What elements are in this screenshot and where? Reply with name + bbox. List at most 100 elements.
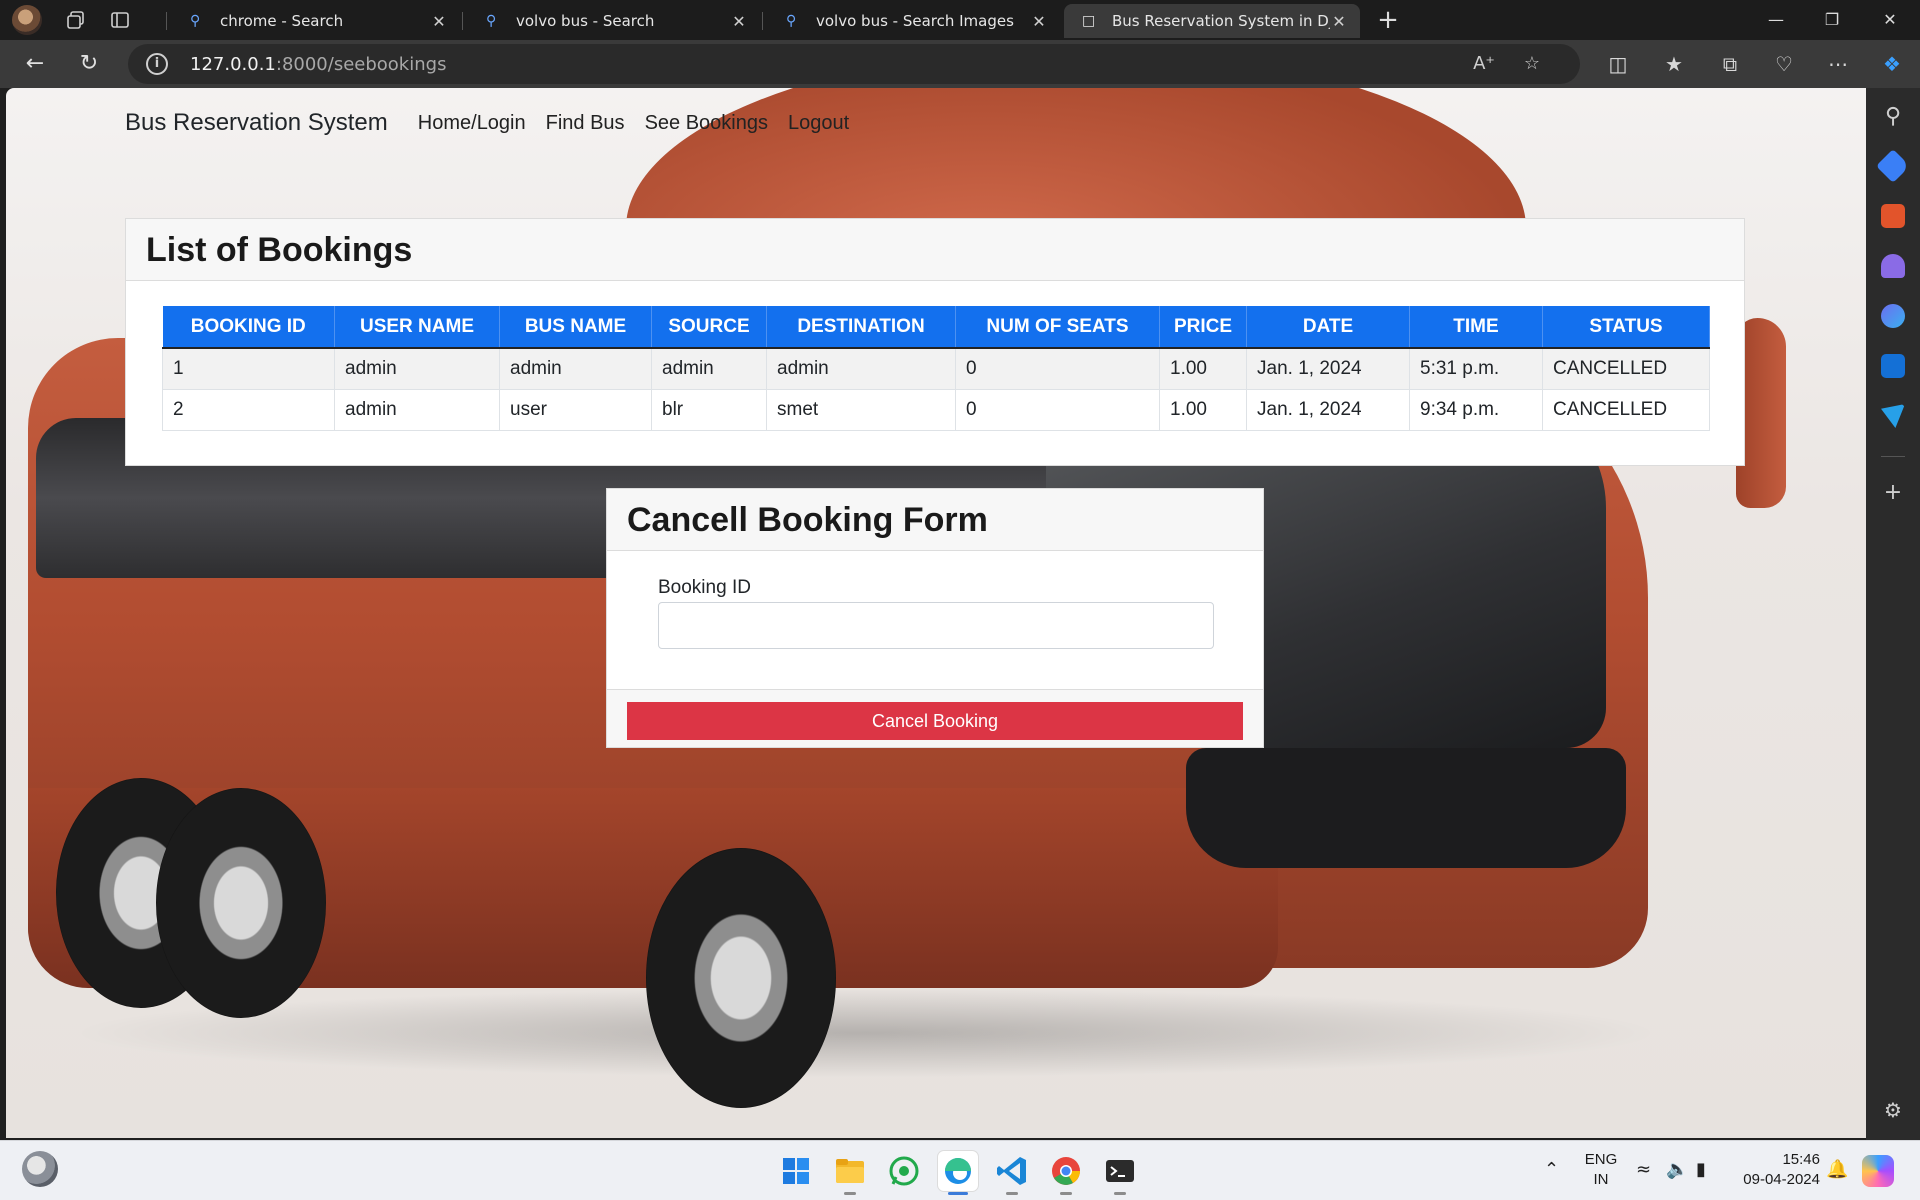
nav-find-bus[interactable]: Find Bus: [546, 112, 625, 135]
chrome-icon[interactable]: [1046, 1151, 1086, 1191]
bus-shadow: [66, 988, 1666, 1078]
new-tab-button[interactable]: +: [1372, 5, 1404, 37]
column-header: BOOKING ID: [162, 306, 335, 349]
address-bar[interactable]: i 127.0.0.1:8000/seebookings A⁺ ☆: [128, 44, 1580, 84]
site-info-icon[interactable]: i: [146, 53, 168, 75]
close-tab-icon[interactable]: ✕: [730, 12, 748, 31]
search-icon[interactable]: ⚲: [1866, 104, 1920, 129]
edge-browser-icon[interactable]: [938, 1151, 978, 1191]
nav-see-bookings[interactable]: See Bookings: [645, 112, 768, 135]
copilot-taskbar-icon[interactable]: [1862, 1155, 1894, 1187]
restore-button[interactable]: ❐: [1804, 0, 1860, 40]
language-indicator-top[interactable]: ENG: [1580, 1151, 1622, 1168]
vertical-tabs-icon[interactable]: [100, 0, 140, 40]
file-explorer-icon[interactable]: [830, 1151, 870, 1191]
tools-icon[interactable]: [1881, 204, 1905, 228]
tab-bus-reservation[interactable]: □ Bus Reservation System in Djang ✕: [1064, 4, 1360, 38]
column-header: DESTINATION: [766, 306, 956, 349]
tab-volvo-bus-images[interactable]: ⚲ volvo bus - Search Images ✕: [768, 4, 1060, 38]
nav-logout[interactable]: Logout: [788, 112, 849, 135]
bookings-title: List of Bookings: [126, 219, 1744, 281]
table-cell: CANCELLED: [1542, 347, 1710, 390]
close-tab-icon[interactable]: ✕: [1030, 12, 1048, 31]
table-cell: admin: [334, 388, 500, 431]
copilot-icon[interactable]: ❖: [1874, 46, 1910, 82]
vscode-icon[interactable]: [992, 1151, 1032, 1191]
web-page: Bus Reservation System Home/Login Find B…: [6, 88, 1866, 1138]
tab-chrome-search[interactable]: ⚲ chrome - Search ✕: [172, 4, 460, 38]
table-header-row: BOOKING ID USER NAME BUS NAME SOURCE DES…: [162, 306, 1710, 349]
column-header: PRICE: [1159, 306, 1247, 349]
workspaces-icon[interactable]: [56, 0, 96, 40]
table-cell: Jan. 1, 2024: [1246, 347, 1410, 390]
bus-grille-image: [1186, 748, 1626, 868]
favorites-icon[interactable]: ★: [1656, 46, 1692, 82]
add-icon[interactable]: +: [1866, 480, 1920, 505]
cancel-booking-card: Cancell Booking Form Booking ID Cancel B…: [606, 488, 1264, 748]
column-header: BUS NAME: [499, 306, 652, 349]
clock-time[interactable]: 15:46: [1730, 1151, 1820, 1168]
refresh-button[interactable]: ↻: [72, 48, 106, 82]
table-cell: admin: [766, 347, 956, 390]
table-cell: CANCELLED: [1542, 388, 1710, 431]
more-options-icon[interactable]: ⋯: [1820, 46, 1856, 82]
show-hidden-icons-chevron-icon[interactable]: ⌃: [1544, 1159, 1559, 1180]
bookings-table: BOOKING ID USER NAME BUS NAME SOURCE DES…: [162, 306, 1710, 431]
search-icon: ⚲: [786, 13, 797, 29]
close-tab-icon[interactable]: ✕: [1330, 12, 1348, 31]
widgets-icon[interactable]: [22, 1151, 58, 1187]
search-icon: ⚲: [190, 13, 201, 29]
close-window-button[interactable]: ✕: [1862, 0, 1918, 40]
table-cell: admin: [334, 347, 500, 390]
profile-avatar[interactable]: [12, 5, 42, 35]
bus-wheel-front: [646, 848, 836, 1108]
split-screen-icon[interactable]: ◫: [1600, 46, 1636, 82]
url-text[interactable]: 127.0.0.1:8000/seebookings: [190, 54, 446, 75]
cancel-booking-button[interactable]: Cancel Booking: [627, 702, 1243, 740]
column-header: NUM OF SEATS: [955, 306, 1160, 349]
table-cell: Jan. 1, 2024: [1246, 388, 1410, 431]
volume-icon[interactable]: 🔈: [1666, 1159, 1688, 1180]
column-header: TIME: [1409, 306, 1543, 349]
site-brand[interactable]: Bus Reservation System: [125, 109, 388, 137]
close-tab-icon[interactable]: ✕: [430, 12, 448, 31]
terminal-icon[interactable]: [1100, 1151, 1140, 1191]
whatsapp-icon[interactable]: [884, 1151, 924, 1191]
favorite-star-icon[interactable]: ☆: [1512, 44, 1552, 84]
minimize-button[interactable]: —: [1748, 0, 1804, 40]
battery-icon[interactable]: ▮: [1696, 1159, 1706, 1180]
tab-volvo-bus-search[interactable]: ⚲ volvo bus - Search ✕: [468, 4, 760, 38]
clock-date[interactable]: 09-04-2024: [1730, 1171, 1820, 1188]
search-icon: ⚲: [486, 13, 497, 29]
table-row: 1 admin admin admin admin 0 1.00 Jan. 1,…: [162, 347, 1710, 390]
nav-home-login[interactable]: Home/Login: [418, 112, 526, 135]
table-cell: 1: [162, 347, 335, 390]
wifi-icon[interactable]: ≈: [1636, 1159, 1651, 1180]
column-header: USER NAME: [334, 306, 500, 349]
booking-id-label: Booking ID: [658, 577, 751, 598]
column-header: DATE: [1246, 306, 1410, 349]
microsoft-365-icon[interactable]: [1881, 304, 1905, 328]
collections-icon[interactable]: ⧉: [1712, 46, 1748, 82]
language-indicator-bottom[interactable]: IN: [1580, 1171, 1622, 1188]
read-aloud-icon[interactable]: A⁺: [1464, 44, 1504, 84]
drop-icon[interactable]: [1881, 404, 1905, 428]
table-cell: 9:34 p.m.: [1409, 388, 1543, 431]
shopping-icon[interactable]: [1876, 149, 1910, 183]
bus-wheel-rear-2: [156, 788, 326, 1018]
booking-id-input[interactable]: [658, 602, 1214, 649]
games-icon[interactable]: [1881, 254, 1905, 278]
back-button[interactable]: ←: [18, 48, 52, 82]
table-cell: 0: [955, 347, 1160, 390]
windows-taskbar: ⌃ ENG IN ≈ 🔈 ▮ 15:46 09-04-2024 🔔: [0, 1140, 1920, 1200]
notifications-bell-icon[interactable]: 🔔: [1826, 1159, 1848, 1180]
outlook-icon[interactable]: [1881, 354, 1905, 378]
settings-gear-icon[interactable]: ⚙: [1866, 1098, 1920, 1122]
address-bar-row: ← ↻ i 127.0.0.1:8000/seebookings A⁺ ☆ ◫ …: [0, 40, 1920, 88]
bookings-card: List of Bookings BOOKING ID USER NAME BU…: [125, 218, 1745, 466]
table-cell: 5:31 p.m.: [1409, 347, 1543, 390]
start-windows-icon[interactable]: [776, 1151, 816, 1191]
table-cell: 0: [955, 388, 1160, 431]
browser-essentials-icon[interactable]: ♡: [1766, 46, 1802, 82]
cancel-form-title: Cancell Booking Form: [607, 489, 1263, 551]
